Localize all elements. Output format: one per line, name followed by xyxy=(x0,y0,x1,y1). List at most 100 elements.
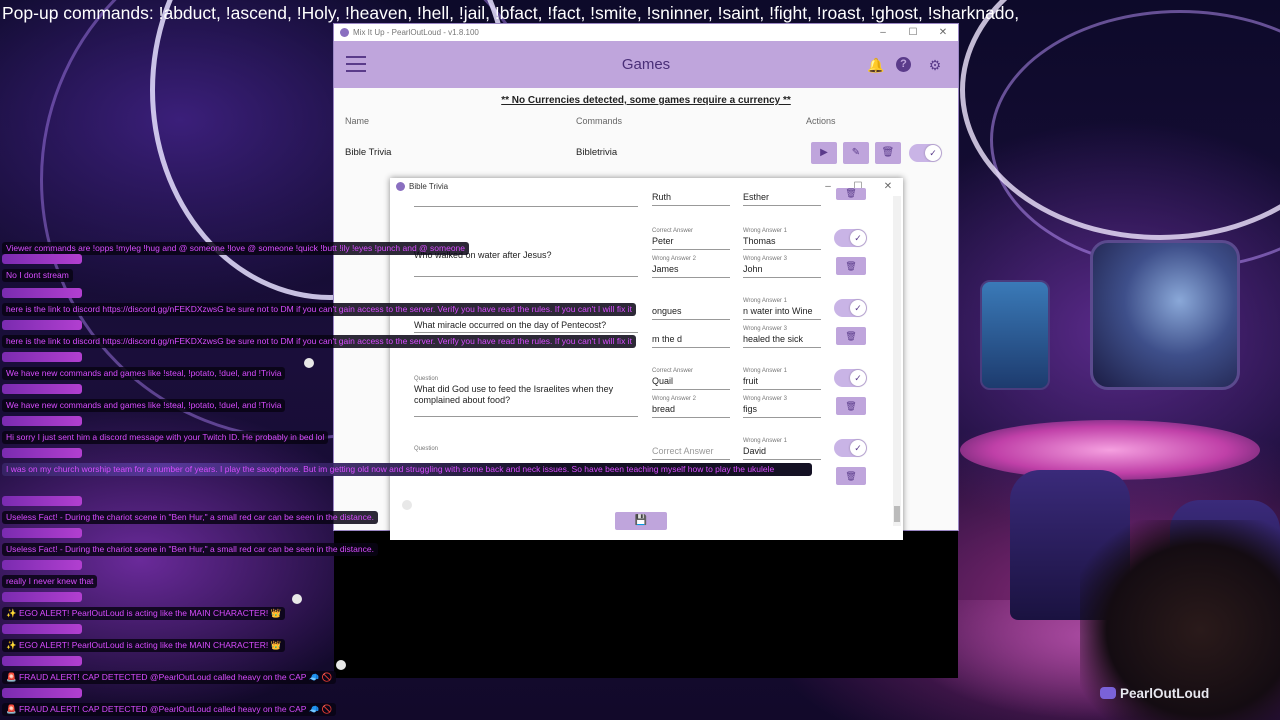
scrollbar-thumb[interactable] xyxy=(894,506,900,522)
close-icon[interactable]: ✕ xyxy=(928,27,958,38)
field-label: Correct Answer xyxy=(652,228,694,234)
page-title: Games xyxy=(621,56,671,73)
chat-bubble-dot xyxy=(336,660,346,670)
chat-overlay: Viewer commands are !opps !myleg !hug an… xyxy=(0,238,820,720)
chat-username-badge xyxy=(2,254,82,264)
delete-question-button[interactable]: 🗑 xyxy=(836,467,866,485)
question-enable-toggle[interactable]: ✓ xyxy=(834,229,867,247)
popup-commands-banner: Pop-up commands: !abduct, !ascend, !Holy… xyxy=(2,3,1020,23)
chat-message-text: We have new commands and games like !ste… xyxy=(2,399,286,412)
chat-message: I was on my church worship team for a nu… xyxy=(2,448,812,492)
chat-message-text: Hi sorry I just sent him a discord messa… xyxy=(2,431,329,444)
delete-question-button[interactable]: 🗑 xyxy=(836,188,866,200)
trash-icon: 🗑 xyxy=(845,401,857,411)
chat-message-text: here is the link to discord https://disc… xyxy=(2,303,636,316)
chat-message-text: ✨ EGO ALERT! PearlOutLoud is acting like… xyxy=(2,639,286,652)
chat-username-badge xyxy=(2,384,82,394)
help-icon[interactable]: ? xyxy=(896,57,911,72)
chat-username-badge xyxy=(2,624,82,634)
chat-bubble-dot xyxy=(304,358,314,368)
chat-message: Useless Fact! - During the chariot scene… xyxy=(2,528,378,558)
chat-username-badge xyxy=(2,560,82,570)
chat-message: 🚨 FRAUD ALERT! CAP DETECTED @PearlOutLou… xyxy=(2,688,337,718)
chat-message-text: I was on my church worship team for a nu… xyxy=(2,463,812,476)
chat-message: here is the link to discord https://disc… xyxy=(2,288,636,318)
app-titlebar: Mix It Up - PearlOutLoud - v1.8.100 – ☐ … xyxy=(334,24,958,41)
question-enable-toggle[interactable]: ✓ xyxy=(834,439,867,457)
play-button[interactable]: ▶ xyxy=(811,142,837,164)
chat-message-text: Useless Fact! - During the chariot scene… xyxy=(2,511,378,524)
chat-message: We have new commands and games like !ste… xyxy=(2,352,286,382)
question-enable-toggle[interactable]: ✓ xyxy=(834,369,867,387)
chat-message: here is the link to discord https://disc… xyxy=(2,320,636,350)
currency-notice: ** No Currencies detected, some games re… xyxy=(501,95,791,106)
trash-icon: 🗑 xyxy=(845,261,857,271)
app-logo-icon xyxy=(396,182,405,191)
chat-message: ✨ EGO ALERT! PearlOutLoud is acting like… xyxy=(2,592,286,622)
column-header-commands: Commands xyxy=(576,116,623,126)
trash-icon: 🗑 xyxy=(881,147,895,158)
gear-icon[interactable]: ⚙ xyxy=(926,56,944,74)
game-name: Bible Trivia xyxy=(345,147,392,158)
delete-question-button[interactable]: 🗑 xyxy=(836,397,866,415)
question-enable-toggle[interactable]: ✓ xyxy=(834,299,867,317)
trash-icon: 🗑 xyxy=(845,471,857,481)
app-header: Games 🔔 ? ⚙ xyxy=(334,41,958,88)
space-ring-decor xyxy=(960,0,1280,240)
bell-icon[interactable]: 🔔 xyxy=(867,56,885,74)
edit-button[interactable]: ✎ xyxy=(843,142,869,164)
chat-bubble-dot xyxy=(292,594,302,604)
dialog-title: Bible Trivia xyxy=(409,182,449,191)
check-icon: ✓ xyxy=(925,145,941,161)
chat-message-text: 🚨 FRAUD ALERT! CAP DETECTED @PearlOutLou… xyxy=(2,703,337,716)
chat-username-badge xyxy=(2,656,82,666)
chat-message: Hi sorry I just sent him a discord messa… xyxy=(2,416,329,446)
chat-username-badge xyxy=(2,496,82,506)
wrong-answer-1-field[interactable]: Esther xyxy=(743,192,821,206)
chat-message-text: here is the link to discord https://disc… xyxy=(2,335,636,348)
check-icon: ✓ xyxy=(850,300,866,316)
game-command: Bibletrivia xyxy=(576,147,618,158)
chat-message: really I never knew that xyxy=(2,560,98,590)
chat-bubble-dot xyxy=(402,500,412,510)
delete-question-button[interactable]: 🗑 xyxy=(836,327,866,345)
chat-username-badge xyxy=(2,528,82,538)
chat-username-badge xyxy=(2,592,82,602)
maximize-icon[interactable]: ☐ xyxy=(898,27,928,38)
column-header-name: Name xyxy=(345,116,370,126)
dialog-scrollbar[interactable] xyxy=(893,196,901,526)
answer-value: Esther xyxy=(743,192,770,202)
chat-username-badge xyxy=(2,288,82,298)
close-icon[interactable]: ✕ xyxy=(873,181,903,192)
chat-message: ✨ EGO ALERT! PearlOutLoud is acting like… xyxy=(2,624,286,654)
portal-window-decor xyxy=(1090,240,1240,390)
question-underline xyxy=(414,206,638,207)
streamer-name-label: PearlOutLoud xyxy=(1100,686,1209,701)
enable-toggle[interactable]: ✓ xyxy=(909,144,942,162)
chat-username-badge xyxy=(2,416,82,426)
app-logo-icon xyxy=(340,28,349,37)
delete-button[interactable]: 🗑 xyxy=(875,142,901,164)
chat-message-text: Useless Fact! - During the chariot scene… xyxy=(2,543,378,556)
chat-message: 🚨 FRAUD ALERT! CAP DETECTED @PearlOutLou… xyxy=(2,656,337,686)
delete-question-button[interactable]: 🗑 xyxy=(836,257,866,275)
chat-message: We have new commands and games like !ste… xyxy=(2,384,286,414)
play-icon: ▶ xyxy=(820,147,828,158)
window-title: Mix It Up - PearlOutLoud - v1.8.100 xyxy=(353,28,479,37)
chat-username-badge xyxy=(2,448,82,458)
streamer-name-text: PearlOutLoud xyxy=(1120,686,1210,701)
portal-window-decor xyxy=(980,280,1050,390)
chat-username-badge xyxy=(2,688,82,698)
chat-message-text: No I dont stream xyxy=(2,269,73,282)
check-icon: ✓ xyxy=(850,370,866,386)
correct-answer-field[interactable]: Ruth xyxy=(652,192,730,206)
chat-username-badge xyxy=(2,352,82,362)
field-label: Wrong Answer 1 xyxy=(743,228,787,234)
check-icon: ✓ xyxy=(850,230,866,246)
edit-icon: ✎ xyxy=(851,147,861,158)
chat-message-text: We have new commands and games like !ste… xyxy=(2,367,286,380)
chat-username-badge xyxy=(2,320,82,330)
chat-message: Useless Fact! - During the chariot scene… xyxy=(2,496,378,526)
chat-message-text: ✨ EGO ALERT! PearlOutLoud is acting like… xyxy=(2,607,286,620)
minimize-icon[interactable]: – xyxy=(868,27,898,38)
